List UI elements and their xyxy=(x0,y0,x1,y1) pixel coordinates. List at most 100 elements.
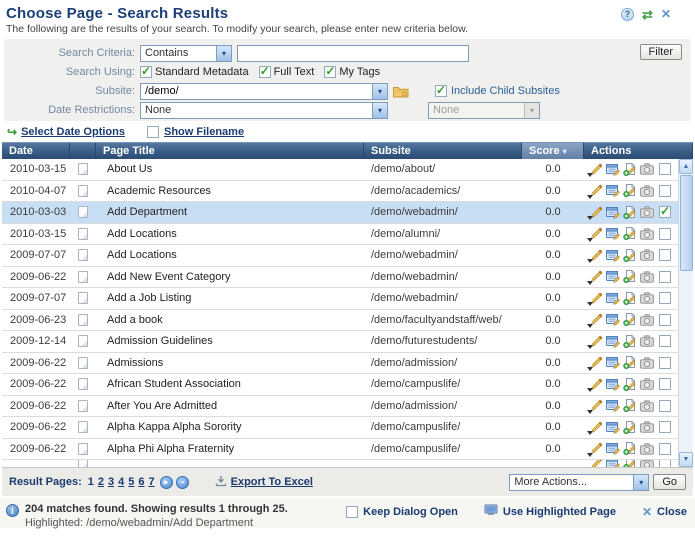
edit-content-icon[interactable] xyxy=(623,442,637,456)
preview-page-icon[interactable] xyxy=(640,313,654,327)
edit-properties-icon[interactable] xyxy=(606,334,620,348)
row-page-title[interactable]: After You Are Admitted xyxy=(96,400,364,412)
row-page-title[interactable]: Add Locations xyxy=(96,228,364,240)
table-row[interactable]: 2009-07-07 Add Locations /demo/webadmin/… xyxy=(2,245,693,267)
show-filename-link[interactable]: Show Filename xyxy=(164,126,244,138)
table-row[interactable]: 2009-12-14 Admission Guidelines /demo/fu… xyxy=(2,331,693,353)
edit-dropdown-arrow-icon[interactable] xyxy=(587,259,593,263)
row-select-checkbox[interactable] xyxy=(659,378,671,390)
row-select-checkbox[interactable] xyxy=(659,163,671,175)
table-row[interactable]: 2009-06-22 Add New Event Category /demo/… xyxy=(2,267,693,289)
row-page-title[interactable]: Admission Guidelines xyxy=(96,335,364,347)
edit-page-pencil-icon[interactable] xyxy=(589,460,603,467)
edit-properties-icon[interactable] xyxy=(606,184,620,198)
edit-properties-icon[interactable] xyxy=(606,356,620,370)
search-using-checkbox[interactable] xyxy=(259,66,271,78)
table-row[interactable]: 2009-07-07 Add a Job Listing /demo/webad… xyxy=(2,288,693,310)
table-row[interactable]: 2010-03-15 Add Locations /demo/alumni/ 0… xyxy=(2,224,693,246)
preview-page-icon[interactable] xyxy=(640,442,654,456)
edit-properties-icon[interactable] xyxy=(606,291,620,305)
refresh-icon[interactable]: ⇄ xyxy=(642,8,653,21)
preview-page-icon[interactable] xyxy=(640,399,654,413)
date-restriction-select[interactable]: None ▾ xyxy=(140,102,388,119)
row-select-checkbox[interactable] xyxy=(659,357,671,369)
edit-content-icon[interactable] xyxy=(623,205,637,219)
keep-dialog-open-label[interactable]: Keep Dialog Open xyxy=(363,506,458,518)
edit-content-icon[interactable] xyxy=(623,334,637,348)
table-row[interactable] xyxy=(2,460,693,467)
page-number-link[interactable]: 2 xyxy=(98,476,104,488)
edit-dropdown-arrow-icon[interactable] xyxy=(587,410,593,414)
row-page-title[interactable]: Add New Event Category xyxy=(96,271,364,283)
preview-page-icon[interactable] xyxy=(640,270,654,284)
scrollbar-thumb[interactable] xyxy=(680,175,693,271)
column-header-page-title[interactable]: Page Title xyxy=(96,143,364,159)
edit-page-pencil-icon[interactable] xyxy=(589,248,603,262)
edit-dropdown-arrow-icon[interactable] xyxy=(587,453,593,457)
edit-page-pencil-icon[interactable] xyxy=(589,227,603,241)
edit-content-icon[interactable] xyxy=(623,227,637,241)
page-number-link[interactable]: 6 xyxy=(138,476,144,488)
edit-dropdown-arrow-icon[interactable] xyxy=(587,281,593,285)
table-row[interactable]: 2009-06-23 Add a book /demo/facultyandst… xyxy=(2,310,693,332)
preview-page-icon[interactable] xyxy=(640,377,654,391)
export-to-excel-link[interactable]: Export To Excel xyxy=(231,476,313,488)
edit-page-pencil-icon[interactable] xyxy=(589,184,603,198)
edit-page-pencil-icon[interactable] xyxy=(589,399,603,413)
next-page-button[interactable]: ▶ xyxy=(160,476,173,489)
row-select-checkbox[interactable] xyxy=(659,206,671,218)
edit-page-pencil-icon[interactable] xyxy=(589,377,603,391)
table-row[interactable]: 2010-04-07 Academic Resources /demo/acad… xyxy=(2,181,693,203)
edit-content-icon[interactable] xyxy=(623,248,637,262)
scroll-down-button[interactable]: ▼ xyxy=(679,452,693,467)
edit-content-icon[interactable] xyxy=(623,420,637,434)
edit-page-pencil-icon[interactable] xyxy=(589,313,603,327)
page-number-link[interactable]: 5 xyxy=(128,476,134,488)
edit-content-icon[interactable] xyxy=(623,162,637,176)
column-header-score[interactable]: Score ▾ xyxy=(522,143,584,159)
edit-dropdown-arrow-icon[interactable] xyxy=(587,345,593,349)
preview-page-icon[interactable] xyxy=(640,184,654,198)
edit-dropdown-arrow-icon[interactable] xyxy=(587,431,593,435)
row-page-title[interactable]: Add Department xyxy=(96,206,364,218)
preview-page-icon[interactable] xyxy=(640,227,654,241)
preview-page-icon[interactable] xyxy=(640,205,654,219)
preview-page-icon[interactable] xyxy=(640,420,654,434)
edit-properties-icon[interactable] xyxy=(606,399,620,413)
preview-page-icon[interactable] xyxy=(640,460,654,467)
row-select-checkbox[interactable] xyxy=(659,249,671,261)
use-highlighted-page-label[interactable]: Use Highlighted Page xyxy=(503,506,616,518)
table-row[interactable]: 2009-06-22 African Student Association /… xyxy=(2,374,693,396)
row-select-checkbox[interactable] xyxy=(659,185,671,197)
edit-content-icon[interactable] xyxy=(623,356,637,370)
row-page-title[interactable]: Admissions xyxy=(96,357,364,369)
edit-dropdown-arrow-icon[interactable] xyxy=(587,367,593,371)
chevron-down-icon[interactable]: ▾ xyxy=(633,475,648,490)
edit-content-icon[interactable] xyxy=(623,460,637,467)
column-header-date[interactable]: Date xyxy=(2,143,70,159)
preview-page-icon[interactable] xyxy=(640,291,654,305)
edit-page-pencil-icon[interactable] xyxy=(589,420,603,434)
row-page-title[interactable]: Add a Job Listing xyxy=(96,292,364,304)
preview-page-icon[interactable] xyxy=(640,334,654,348)
row-page-title[interactable]: Alpha Kappa Alpha Sorority xyxy=(96,421,364,433)
more-actions-select[interactable]: More Actions... ▾ xyxy=(509,474,649,491)
edit-properties-icon[interactable] xyxy=(606,227,620,241)
last-page-button[interactable]: ⇥ xyxy=(176,476,189,489)
row-select-checkbox[interactable] xyxy=(659,421,671,433)
edit-content-icon[interactable] xyxy=(623,399,637,413)
column-header-subsite[interactable]: Subsite xyxy=(364,143,522,159)
keep-dialog-open-checkbox[interactable] xyxy=(346,506,358,518)
row-select-checkbox[interactable] xyxy=(659,443,671,455)
edit-properties-icon[interactable] xyxy=(606,377,620,391)
use-highlighted-page-control[interactable]: Use Highlighted Page xyxy=(484,504,616,519)
edit-properties-icon[interactable] xyxy=(606,313,620,327)
edit-content-icon[interactable] xyxy=(623,184,637,198)
edit-content-icon[interactable] xyxy=(623,377,637,391)
page-number-link[interactable]: 3 xyxy=(108,476,114,488)
row-select-checkbox[interactable] xyxy=(659,292,671,304)
edit-page-pencil-icon[interactable] xyxy=(589,162,603,176)
close-label[interactable]: Close xyxy=(657,506,687,518)
edit-content-icon[interactable] xyxy=(623,313,637,327)
edit-dropdown-arrow-icon[interactable] xyxy=(587,173,593,177)
